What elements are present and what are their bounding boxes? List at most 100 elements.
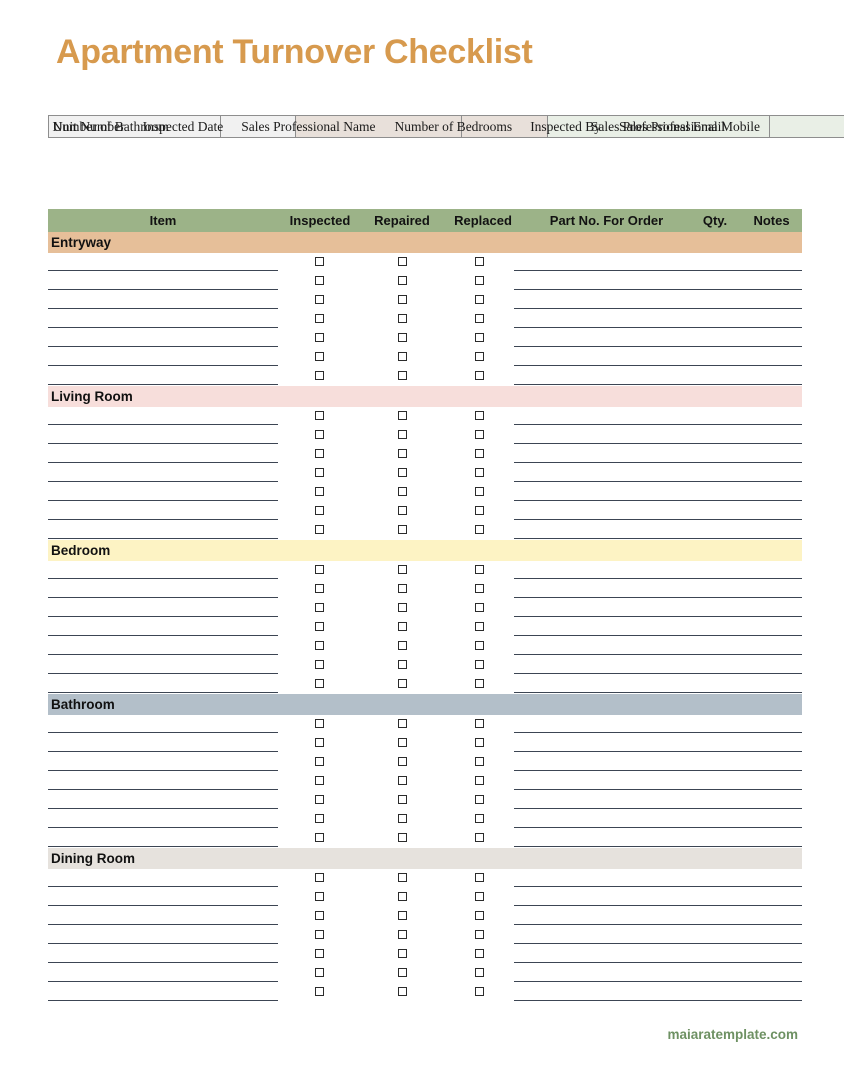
checkbox-replaced[interactable] xyxy=(475,411,484,420)
checkbox-replaced[interactable] xyxy=(475,371,484,380)
part-qty-notes-write-in-line[interactable] xyxy=(514,365,802,366)
checkbox-repaired[interactable] xyxy=(398,660,407,669)
checkbox-repaired[interactable] xyxy=(398,679,407,688)
checkbox-inspected[interactable] xyxy=(315,371,324,380)
part-qty-notes-write-in-line[interactable] xyxy=(514,616,802,617)
checkbox-repaired[interactable] xyxy=(398,930,407,939)
checkbox-replaced[interactable] xyxy=(475,584,484,593)
checkbox-replaced[interactable] xyxy=(475,430,484,439)
checkbox-repaired[interactable] xyxy=(398,506,407,515)
item-write-in-line[interactable] xyxy=(48,886,278,887)
part-qty-notes-write-in-line[interactable] xyxy=(514,886,802,887)
part-qty-notes-write-in-line[interactable] xyxy=(514,424,802,425)
part-qty-notes-write-in-line[interactable] xyxy=(514,962,802,963)
checkbox-repaired[interactable] xyxy=(398,833,407,842)
part-qty-notes-write-in-line[interactable] xyxy=(514,384,802,385)
part-qty-notes-write-in-line[interactable] xyxy=(514,443,802,444)
checkbox-replaced[interactable] xyxy=(475,565,484,574)
item-write-in-line[interactable] xyxy=(48,905,278,906)
item-write-in-line[interactable] xyxy=(48,578,278,579)
checkbox-replaced[interactable] xyxy=(475,622,484,631)
checkbox-inspected[interactable] xyxy=(315,833,324,842)
item-write-in-line[interactable] xyxy=(48,732,278,733)
checkbox-inspected[interactable] xyxy=(315,987,324,996)
item-write-in-line[interactable] xyxy=(48,616,278,617)
checkbox-inspected[interactable] xyxy=(315,968,324,977)
part-qty-notes-write-in-line[interactable] xyxy=(514,789,802,790)
checkbox-repaired[interactable] xyxy=(398,911,407,920)
part-qty-notes-write-in-line[interactable] xyxy=(514,538,802,539)
item-write-in-line[interactable] xyxy=(48,789,278,790)
part-qty-notes-write-in-line[interactable] xyxy=(514,327,802,328)
checkbox-repaired[interactable] xyxy=(398,411,407,420)
item-write-in-line[interactable] xyxy=(48,924,278,925)
checkbox-repaired[interactable] xyxy=(398,257,407,266)
info-value-cell[interactable] xyxy=(768,115,844,138)
item-write-in-line[interactable] xyxy=(48,751,278,752)
checkbox-inspected[interactable] xyxy=(315,776,324,785)
checkbox-repaired[interactable] xyxy=(398,795,407,804)
part-qty-notes-write-in-line[interactable] xyxy=(514,635,802,636)
checkbox-replaced[interactable] xyxy=(475,719,484,728)
item-write-in-line[interactable] xyxy=(48,462,278,463)
checkbox-inspected[interactable] xyxy=(315,719,324,728)
checkbox-replaced[interactable] xyxy=(475,833,484,842)
checkbox-repaired[interactable] xyxy=(398,949,407,958)
checkbox-inspected[interactable] xyxy=(315,257,324,266)
checkbox-repaired[interactable] xyxy=(398,584,407,593)
checkbox-replaced[interactable] xyxy=(475,911,484,920)
checkbox-repaired[interactable] xyxy=(398,371,407,380)
checkbox-repaired[interactable] xyxy=(398,776,407,785)
part-qty-notes-write-in-line[interactable] xyxy=(514,981,802,982)
checkbox-inspected[interactable] xyxy=(315,295,324,304)
checkbox-inspected[interactable] xyxy=(315,565,324,574)
checkbox-repaired[interactable] xyxy=(398,333,407,342)
checkbox-inspected[interactable] xyxy=(315,506,324,515)
part-qty-notes-write-in-line[interactable] xyxy=(514,808,802,809)
item-write-in-line[interactable] xyxy=(48,846,278,847)
checkbox-replaced[interactable] xyxy=(475,487,484,496)
checkbox-repaired[interactable] xyxy=(398,757,407,766)
checkbox-repaired[interactable] xyxy=(398,738,407,747)
item-write-in-line[interactable] xyxy=(48,654,278,655)
checkbox-inspected[interactable] xyxy=(315,411,324,420)
item-write-in-line[interactable] xyxy=(48,692,278,693)
checkbox-inspected[interactable] xyxy=(315,930,324,939)
part-qty-notes-write-in-line[interactable] xyxy=(514,597,802,598)
checkbox-inspected[interactable] xyxy=(315,679,324,688)
item-write-in-line[interactable] xyxy=(48,384,278,385)
item-write-in-line[interactable] xyxy=(48,770,278,771)
checkbox-inspected[interactable] xyxy=(315,487,324,496)
checkbox-inspected[interactable] xyxy=(315,525,324,534)
checkbox-inspected[interactable] xyxy=(315,333,324,342)
checkbox-replaced[interactable] xyxy=(475,276,484,285)
checkbox-replaced[interactable] xyxy=(475,449,484,458)
checkbox-inspected[interactable] xyxy=(315,603,324,612)
part-qty-notes-write-in-line[interactable] xyxy=(514,924,802,925)
part-qty-notes-write-in-line[interactable] xyxy=(514,943,802,944)
checkbox-replaced[interactable] xyxy=(475,814,484,823)
checkbox-replaced[interactable] xyxy=(475,314,484,323)
checkbox-inspected[interactable] xyxy=(315,622,324,631)
part-qty-notes-write-in-line[interactable] xyxy=(514,673,802,674)
item-write-in-line[interactable] xyxy=(48,635,278,636)
checkbox-replaced[interactable] xyxy=(475,679,484,688)
item-write-in-line[interactable] xyxy=(48,597,278,598)
checkbox-replaced[interactable] xyxy=(475,873,484,882)
checkbox-repaired[interactable] xyxy=(398,525,407,534)
checkbox-inspected[interactable] xyxy=(315,352,324,361)
part-qty-notes-write-in-line[interactable] xyxy=(514,905,802,906)
checkbox-replaced[interactable] xyxy=(475,660,484,669)
checkbox-repaired[interactable] xyxy=(398,468,407,477)
checkbox-replaced[interactable] xyxy=(475,738,484,747)
checkbox-replaced[interactable] xyxy=(475,968,484,977)
item-write-in-line[interactable] xyxy=(48,289,278,290)
part-qty-notes-write-in-line[interactable] xyxy=(514,500,802,501)
checkbox-inspected[interactable] xyxy=(315,795,324,804)
checkbox-replaced[interactable] xyxy=(475,603,484,612)
part-qty-notes-write-in-line[interactable] xyxy=(514,462,802,463)
item-write-in-line[interactable] xyxy=(48,981,278,982)
checkbox-replaced[interactable] xyxy=(475,930,484,939)
checkbox-repaired[interactable] xyxy=(398,276,407,285)
checkbox-repaired[interactable] xyxy=(398,641,407,650)
